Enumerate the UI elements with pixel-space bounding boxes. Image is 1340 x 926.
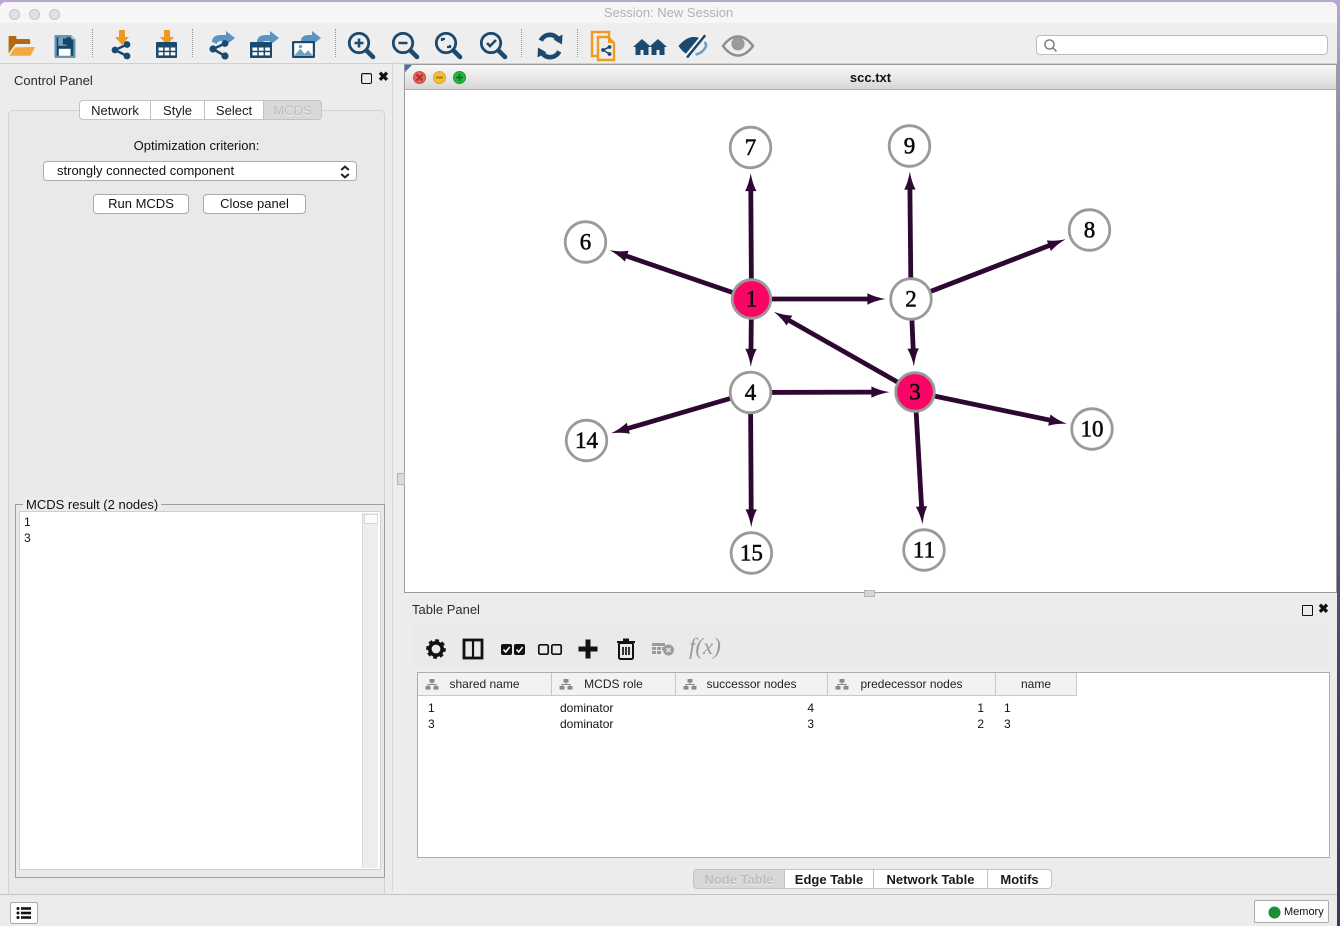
svg-text:3: 3 bbox=[909, 380, 921, 405]
svg-text:7: 7 bbox=[745, 135, 757, 160]
svg-text:6: 6 bbox=[580, 230, 592, 255]
svg-text:4: 4 bbox=[745, 380, 757, 405]
svg-text:11: 11 bbox=[913, 538, 935, 563]
svg-text:14: 14 bbox=[575, 428, 599, 453]
svg-text:1: 1 bbox=[746, 287, 758, 312]
svg-text:10: 10 bbox=[1081, 417, 1104, 442]
svg-text:15: 15 bbox=[740, 541, 763, 566]
svg-text:8: 8 bbox=[1084, 218, 1096, 243]
svg-text:2: 2 bbox=[905, 287, 917, 312]
svg-text:9: 9 bbox=[904, 134, 916, 159]
